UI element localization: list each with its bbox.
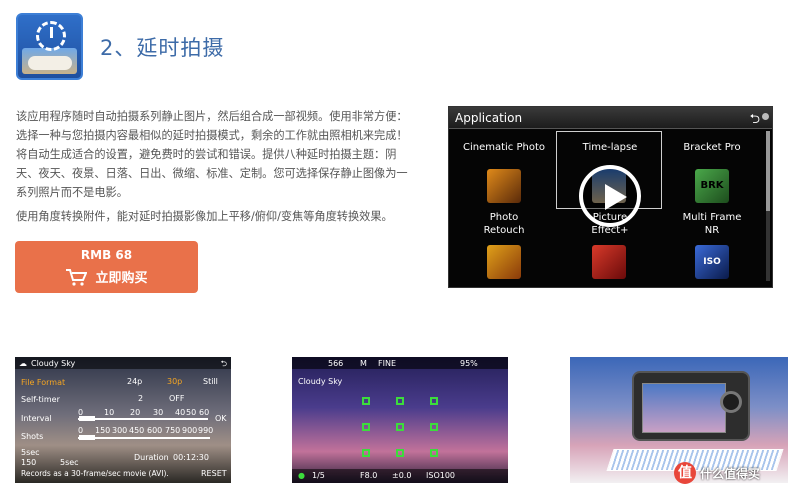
shots-tick: 300 [112,426,128,435]
timelapse-app-icon [16,13,83,80]
still-option: Still [203,377,218,386]
cloud-icon: ☁ [19,359,27,368]
buy-label: 立即购买 [95,271,148,286]
aperture: F8.0 [360,471,378,480]
self-timer-2: 2 [138,394,144,403]
interval-value: 5sec [21,448,40,457]
cloud-graphic [28,56,72,70]
interval-tick: 30 [153,408,164,417]
self-timer-off: OFF [169,394,185,403]
shots-label: Shots [21,432,44,441]
af-point [396,449,404,457]
ok-button[interactable]: OK [215,414,227,423]
image-quality: FINE [378,359,396,368]
retouch-icon [487,245,521,279]
af-point [362,449,370,457]
af-point [396,397,404,405]
interval-tick: 20 [130,408,141,417]
af-point [396,423,404,431]
interval-label: Interval [21,414,52,423]
interval-tick: 40 [175,408,186,417]
shooting-screenshot: 566 M FINE 95% Cloudy Sky ● 1/5 F8.0 ±0.… [292,357,508,483]
menu-item-picture-effect[interactable]: Picture Effect+ [559,211,661,237]
description: 该应用程序随时自动拍摄系列静止图片，然后组合成一部视频。使用非常方便： 选择一种… [16,107,416,202]
watermark-text: 什么值得买 [700,466,761,481]
theme-label: Cloudy Sky [298,377,343,386]
shots-tick: 600 [147,426,163,435]
description-line: 选择一种与您拍摄内容最相似的延时拍摄模式，剩余的工作就由照相机来完成！ [16,129,408,142]
battery-level: 95% [460,359,478,368]
accessory-note: 使用角度转换附件，能对延时拍摄影像加上平移/俯仰/变焦等角度转换效果。 [16,210,393,223]
af-point [362,397,370,405]
shots-tick: 900 [182,426,198,435]
interval-tick: 60 [199,408,210,417]
fps-24: 24p [127,377,143,386]
buy-now-button[interactable]: RMB 68 立即购买 [15,241,198,293]
menu-title: Application [455,111,523,125]
picture-effect-icon [592,245,626,279]
menu-item-time-lapse[interactable]: Time-lapse [559,141,661,154]
camera-dial [720,391,742,413]
shots-tick: 990 [198,426,214,435]
image-size: M [360,359,367,368]
camera-body [632,371,750,441]
interval-slider[interactable] [78,418,208,420]
menu-header: Application ⮌ [449,107,772,129]
shots-tick: 750 [165,426,181,435]
footer-note: Records as a 30-frame/sec movie (AVI). [21,469,169,478]
interval-tick: 50 [186,408,197,417]
bracket-icon: BRK [695,169,729,203]
price-label: RMB 68 [80,248,133,262]
description-line: 将自动生成适合的设置，避免费时的尝试和错误。提供八种延时拍摄主题：阴 [16,148,397,161]
self-timer-label: Self-timer [21,395,60,404]
menu-item-cinematic-photo[interactable]: Cinematic Photo [453,141,555,154]
shots-tick: 450 [129,426,145,435]
timer-dial-icon [36,21,66,51]
interval-tick: 10 [104,408,115,417]
shots-tick: 150 [95,426,111,435]
fps-30: 30p [167,377,183,386]
shots-slider-knob[interactable] [79,435,95,440]
frame-count: 1/5 [312,471,325,480]
af-point [430,423,438,431]
af-point [430,449,438,457]
menu-item-bracket-pro[interactable]: Bracket Pro [661,141,763,154]
duration-value: 00:12:30 [173,453,209,462]
af-point [362,423,370,431]
secondary-value: 5sec [60,458,79,467]
watermark: 值 什么值得买 [674,462,760,484]
menu-item-photo-retouch[interactable]: Photo Retouch [453,211,555,237]
camera-screen [642,383,726,433]
back-arrow-icon: ⮌ [220,359,227,368]
multi-frame-icon: ISO [695,245,729,279]
settings-screenshot: ☁ Cloudy Sky ⮌ File Format 24p 30p Still… [15,357,231,483]
description-line: 天、夜天、夜景、日落、日出、微缩、标准、定制。您可选择保存静止图像为一 [16,167,408,180]
recording-dot-icon: ● [298,471,305,480]
af-point [430,397,438,405]
reset-button[interactable]: RESET [201,469,227,478]
menu-item-multi-frame-nr[interactable]: Multi Frame NR [661,211,763,237]
duration-label: Duration [134,453,169,462]
file-format-label: File Format [21,378,66,387]
shots-value: 150 [21,458,37,467]
interval-slider-knob[interactable] [79,416,95,421]
settings-icon [762,113,769,120]
exposure-comp: ±0.0 [392,471,412,480]
description-line: 系列照片而不是电影。 [16,186,128,199]
back-arrow-icon[interactable]: ⮌ [750,110,760,132]
scrollbar-thumb[interactable] [766,131,770,211]
watermark-logo: 值 [674,462,696,484]
cart-icon [66,268,88,286]
clapperboard-icon [487,169,521,203]
shots-tick: 0 [78,426,84,435]
shots-remaining: 566 [328,359,344,368]
application-menu-screenshot: Application ⮌ Cinematic Photo Time-lapse… [448,106,773,288]
section-title: 2、延时拍摄 [100,36,225,60]
description-line: 该应用程序随时自动拍摄系列静止图片，然后组合成一部视频。使用非常方便： [16,110,408,123]
theme-label: Cloudy Sky [31,359,76,368]
iso-value: ISO100 [426,471,456,480]
shots-slider[interactable] [78,437,210,439]
